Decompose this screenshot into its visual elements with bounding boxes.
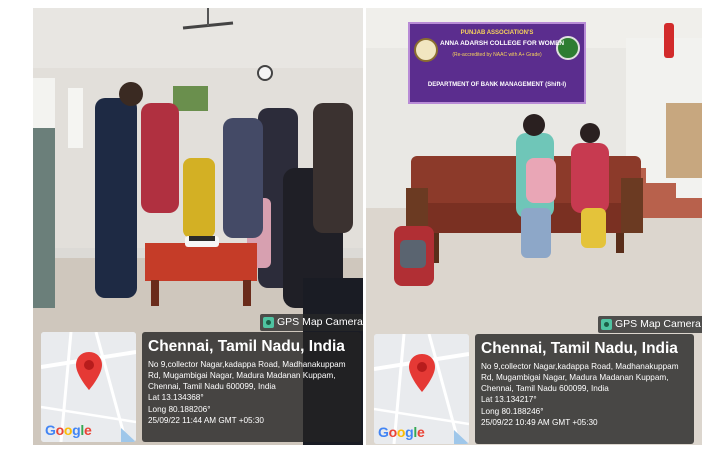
gps-camera-tag: GPS Map Camera <box>260 314 363 331</box>
longitude: Long 80.188206° <box>148 404 211 414</box>
location-address: No 9,collector Nagar,kadappa Road, Madha… <box>481 362 679 393</box>
map-pin-icon <box>409 354 435 392</box>
location-map: Google <box>374 334 469 444</box>
gps-camera-tag: GPS Map Camera <box>598 316 702 333</box>
college-banner: PUNJAB ASSOCIATION'S ANNA ADARSH COLLEGE… <box>408 22 586 104</box>
college-emblem-icon <box>414 38 438 62</box>
location-info-panel: Chennai, Tamil Nadu, India No 9,collecto… <box>142 332 361 442</box>
longitude: Long 80.188246° <box>481 406 544 416</box>
timestamp: 25/09/22 10:49 AM GMT +05:30 <box>481 418 598 427</box>
location-address: No 9,collector Nagar,kadappa Road, Madha… <box>148 360 346 391</box>
timestamp: 25/09/22 11:44 AM GMT +05:30 <box>148 416 264 425</box>
google-logo: Google <box>45 422 92 438</box>
photo-sofa: PUNJAB ASSOCIATION'S ANNA ADARSH COLLEGE… <box>366 8 702 445</box>
camera-icon <box>263 317 274 328</box>
google-logo: Google <box>378 424 425 440</box>
location-info-panel: Chennai, Tamil Nadu, India No 9,collecto… <box>475 334 694 444</box>
location-map: Google <box>41 332 136 442</box>
latitude: Lat 13.134368° <box>148 393 204 402</box>
gps-tag-label: GPS Map Camera <box>277 316 363 328</box>
photo-celebration: GPS Map Camera Google Chennai, Tamil Nad… <box>33 8 363 445</box>
banner-line-3: (Re-accredited by NAAC with A+ Grade) <box>452 52 542 58</box>
banner-line-2: ANNA ADARSH COLLEGE FOR WOMEN <box>440 40 565 47</box>
gps-tag-label: GPS Map Camera <box>615 318 701 330</box>
banner-line-1: PUNJAB ASSOCIATION'S <box>460 30 534 36</box>
banner-line-4: DEPARTMENT OF BANK MANAGEMENT (Shift-I) <box>427 82 567 88</box>
camera-icon <box>601 319 612 330</box>
map-pin-icon <box>76 352 102 390</box>
latitude: Lat 13.134217° <box>481 395 537 404</box>
location-title: Chennai, Tamil Nadu, India <box>148 338 345 355</box>
location-title: Chennai, Tamil Nadu, India <box>481 340 678 357</box>
